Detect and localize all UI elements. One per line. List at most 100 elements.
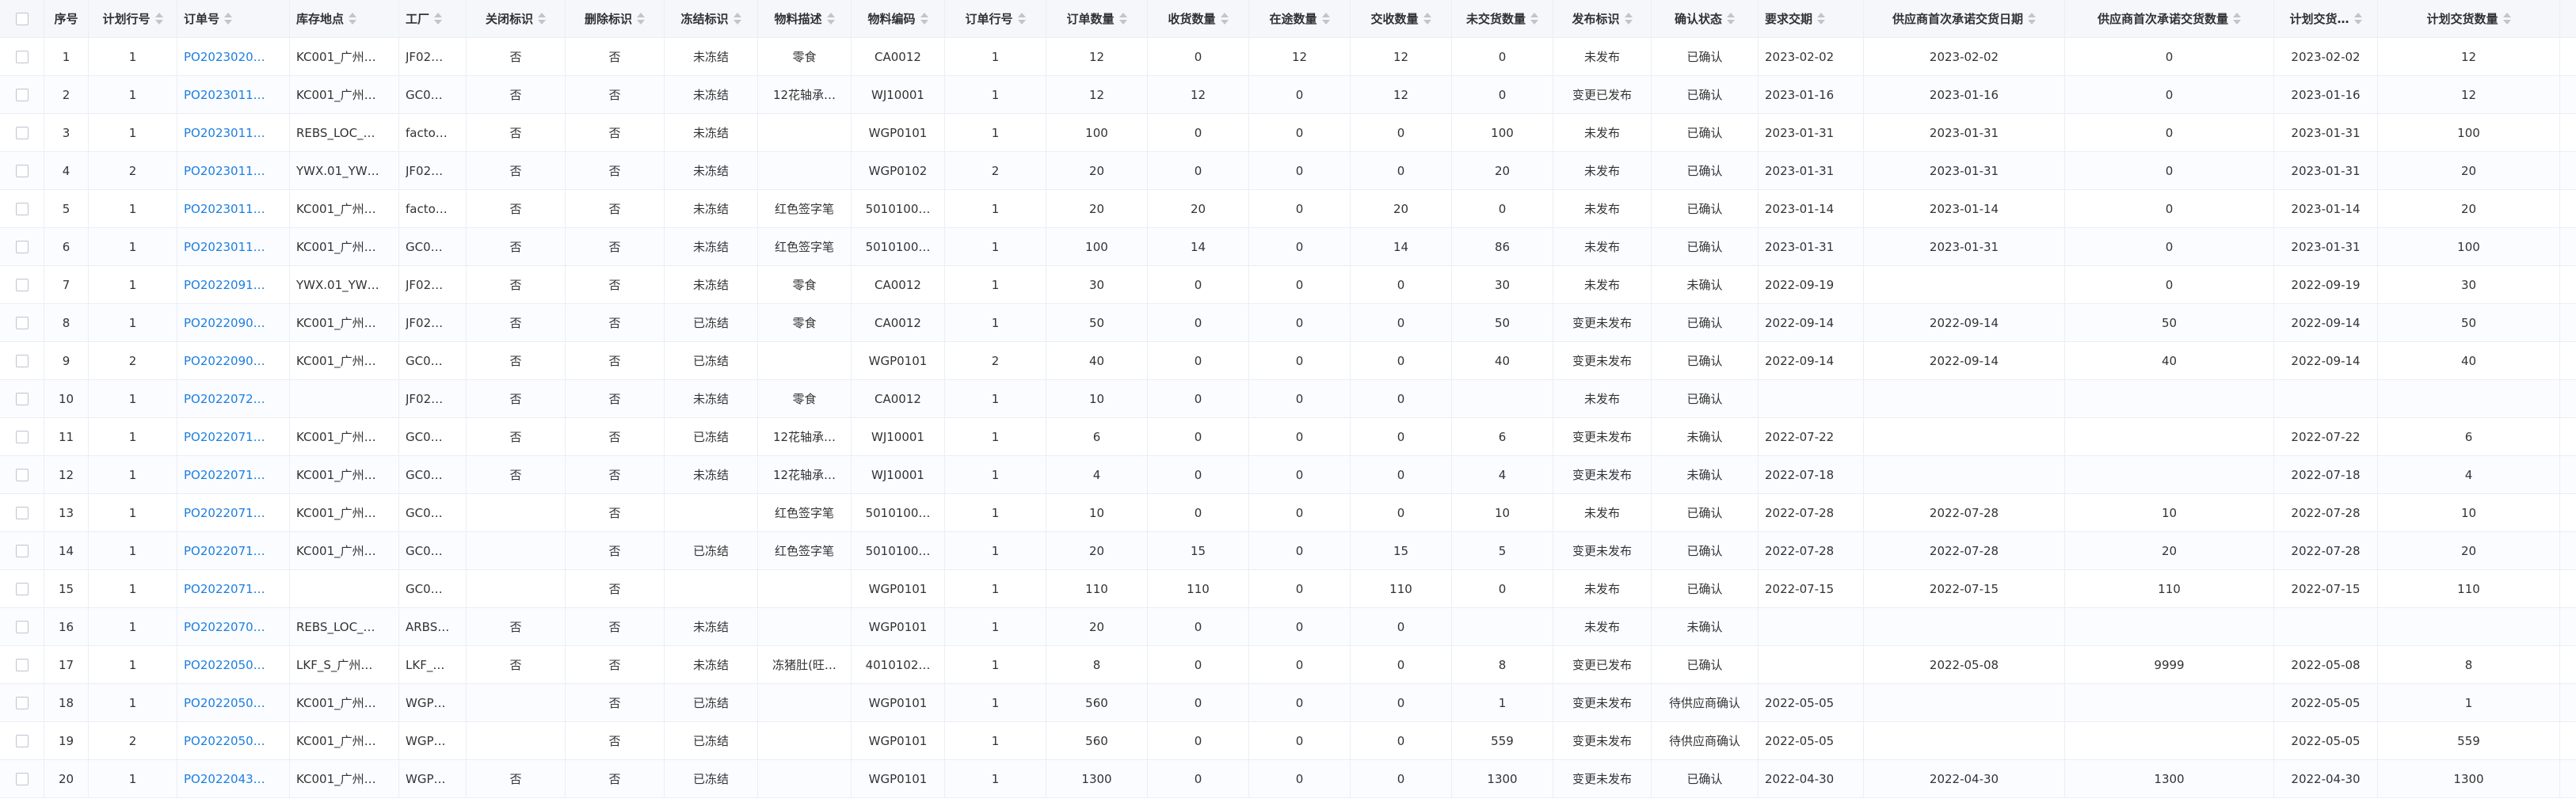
header-confirm[interactable]: 确认状态	[1652, 0, 1759, 37]
order-number-link[interactable]: PO2022071…	[184, 506, 265, 520]
row-checkbox[interactable]	[15, 392, 29, 405]
header-del[interactable]: 删除标识	[566, 0, 665, 37]
cell-order[interactable]: PO2022071…	[177, 418, 290, 455]
table-row[interactable]: 10 1 PO2022072… JF02… 否 否 未冻结 零食 CA0012 1 10 0 0 0 未发布…	[0, 380, 2576, 418]
table-row[interactable]: 6 1 PO2023011… KC001_广州… GC0… 否 否 未冻结 红色签字笔 50101…	[0, 228, 2576, 266]
header-order[interactable]: 订单号	[177, 0, 290, 37]
order-number-link[interactable]: PO2023011…	[184, 240, 265, 254]
row-checkbox[interactable]	[15, 50, 29, 63]
sort-caret-icon[interactable]	[733, 13, 741, 25]
row-checkbox[interactable]	[15, 88, 29, 101]
order-number-link[interactable]: PO2022072…	[184, 392, 265, 406]
sort-caret-icon[interactable]	[1727, 13, 1735, 25]
cell-order[interactable]: PO2023011…	[177, 190, 290, 227]
cell-sel[interactable]	[0, 456, 44, 493]
sort-caret-icon[interactable]	[434, 13, 443, 25]
cell-order[interactable]: PO2022050…	[177, 646, 290, 683]
header-recv[interactable]: 收货数量	[1148, 0, 1249, 37]
sort-caret-icon[interactable]	[2233, 13, 2241, 25]
cell-order[interactable]: PO2022043…	[177, 760, 290, 797]
cell-sel[interactable]	[0, 38, 44, 75]
table-row[interactable]: 15 1 PO2022071… GC0… 否 WGP0101 1 110 110 0 110 0 未发布…	[0, 570, 2576, 608]
cell-order[interactable]: PO2023011…	[177, 114, 290, 151]
order-number-link[interactable]: PO2023020…	[184, 50, 265, 64]
cell-order[interactable]: PO2023011…	[177, 76, 290, 113]
order-number-link[interactable]: PO2023011…	[184, 202, 265, 216]
header-planDate[interactable]: 计划交货…	[2274, 0, 2378, 37]
header-close[interactable]: 关闭标识	[467, 0, 566, 37]
header-undelivered[interactable]: 未交货数量	[1452, 0, 1553, 37]
header-reqDate[interactable]: 要求交期	[1759, 0, 1864, 37]
cell-order[interactable]: PO2023020…	[177, 38, 290, 75]
select-all-checkbox[interactable]	[15, 12, 29, 25]
table-row[interactable]: 1 1 PO2023020… KC001_广州… JF02… 否 否 未冻结 零食 CA0012 1…	[0, 38, 2576, 76]
sort-caret-icon[interactable]	[920, 13, 928, 25]
sort-caret-icon[interactable]	[2028, 13, 2036, 25]
order-number-link[interactable]: PO2022071…	[184, 544, 265, 558]
cell-order[interactable]: PO2023011…	[177, 228, 290, 265]
row-checkbox[interactable]	[15, 240, 29, 253]
order-number-link[interactable]: PO2022050…	[184, 658, 265, 672]
sort-caret-icon[interactable]	[1118, 13, 1127, 25]
cell-order[interactable]: PO2022090…	[177, 304, 290, 341]
cell-order[interactable]: PO2022071…	[177, 570, 290, 607]
row-checkbox[interactable]	[15, 126, 29, 139]
order-number-link[interactable]: PO2022071…	[184, 468, 265, 482]
cell-sel[interactable]	[0, 76, 44, 113]
table-row[interactable]: 14 1 PO2022071… KC001_广州… GC0… 否 已冻结 红色签字笔 50101…	[0, 532, 2576, 570]
order-number-link[interactable]: PO2022090…	[184, 354, 265, 368]
cell-sel[interactable]	[0, 760, 44, 797]
order-number-link[interactable]: PO2023011…	[184, 88, 265, 102]
order-number-link[interactable]: PO2023011…	[184, 126, 265, 140]
cell-sel[interactable]	[0, 114, 44, 151]
header-sel[interactable]	[0, 0, 44, 37]
sort-caret-icon[interactable]	[826, 13, 835, 25]
header-qty[interactable]: 订单数量	[1046, 0, 1148, 37]
row-checkbox[interactable]	[15, 430, 29, 443]
cell-sel[interactable]	[0, 380, 44, 417]
cell-order[interactable]: PO2022071…	[177, 532, 290, 569]
cell-order[interactable]: PO2022070…	[177, 608, 290, 645]
table-row[interactable]: 8 1 PO2022090… KC001_广州… JF02… 否 否 已冻结 零食 CA0012 1…	[0, 304, 2576, 342]
header-publish[interactable]: 发布标识	[1553, 0, 1652, 37]
sort-caret-icon[interactable]	[154, 13, 163, 25]
cell-order[interactable]: PO2022071…	[177, 456, 290, 493]
sort-caret-icon[interactable]	[538, 13, 546, 25]
cell-sel[interactable]	[0, 684, 44, 721]
sort-caret-icon[interactable]	[1624, 13, 1633, 25]
row-checkbox[interactable]	[15, 316, 29, 329]
order-number-link[interactable]: PO2022050…	[184, 696, 265, 710]
cell-sel[interactable]	[0, 494, 44, 531]
table-row[interactable]: 4 2 PO2023011… YWX.01_YW… JF02… 否 否 未冻结 WGP0102 2…	[0, 152, 2576, 190]
order-number-link[interactable]: PO2022070…	[184, 620, 265, 634]
cell-order[interactable]: PO2022091…	[177, 266, 290, 303]
cell-order[interactable]: PO2022050…	[177, 722, 290, 759]
order-number-link[interactable]: PO2022071…	[184, 582, 265, 596]
table-row[interactable]: 5 1 PO2023011… KC001_广州… facto… 否 否 未冻结 红色签字笔 501…	[0, 190, 2576, 228]
order-number-link[interactable]: PO2022091…	[184, 278, 265, 292]
header-loc[interactable]: 库存地点	[290, 0, 399, 37]
cell-sel[interactable]	[0, 228, 44, 265]
table-row[interactable]: 9 2 PO2022090… KC001_广州… GC0… 否 否 已冻结 WGP0101 2 40…	[0, 342, 2576, 380]
table-row[interactable]: 3 1 PO2023011… REBS_LOC_… facto… 否 否 未冻结 WGP0101…	[0, 114, 2576, 152]
order-number-link[interactable]: PO2023011…	[184, 164, 265, 178]
cell-sel[interactable]	[0, 418, 44, 455]
header-freeze[interactable]: 冻结标识	[665, 0, 758, 37]
sort-caret-icon[interactable]	[637, 13, 645, 25]
cell-order[interactable]: PO2022071…	[177, 494, 290, 531]
cell-sel[interactable]	[0, 646, 44, 683]
sort-caret-icon[interactable]	[349, 13, 357, 25]
cell-sel[interactable]	[0, 570, 44, 607]
table-row[interactable]: 2 1 PO2023011… KC001_广州… GC0… 否 否 未冻结 12花轴承… WJ10…	[0, 76, 2576, 114]
row-checkbox[interactable]	[15, 278, 29, 291]
row-checkbox[interactable]	[15, 468, 29, 481]
table-row[interactable]: 11 1 PO2022071… KC001_广州… GC0… 否否已冻结 12花轴承… WJ1…	[0, 418, 2576, 456]
cell-order[interactable]: PO2022090…	[177, 342, 290, 379]
sort-caret-icon[interactable]	[1321, 13, 1330, 25]
table-row[interactable]: 20 1 PO2022043… KC001_广州… WGP… 否 否 已冻结 WGP0101 1 1…	[0, 760, 2576, 798]
cell-sel[interactable]	[0, 266, 44, 303]
sort-caret-icon[interactable]	[2502, 13, 2511, 25]
row-checkbox[interactable]	[15, 696, 29, 709]
row-checkbox[interactable]	[15, 620, 29, 633]
header-code[interactable]: 物料编码	[852, 0, 945, 37]
